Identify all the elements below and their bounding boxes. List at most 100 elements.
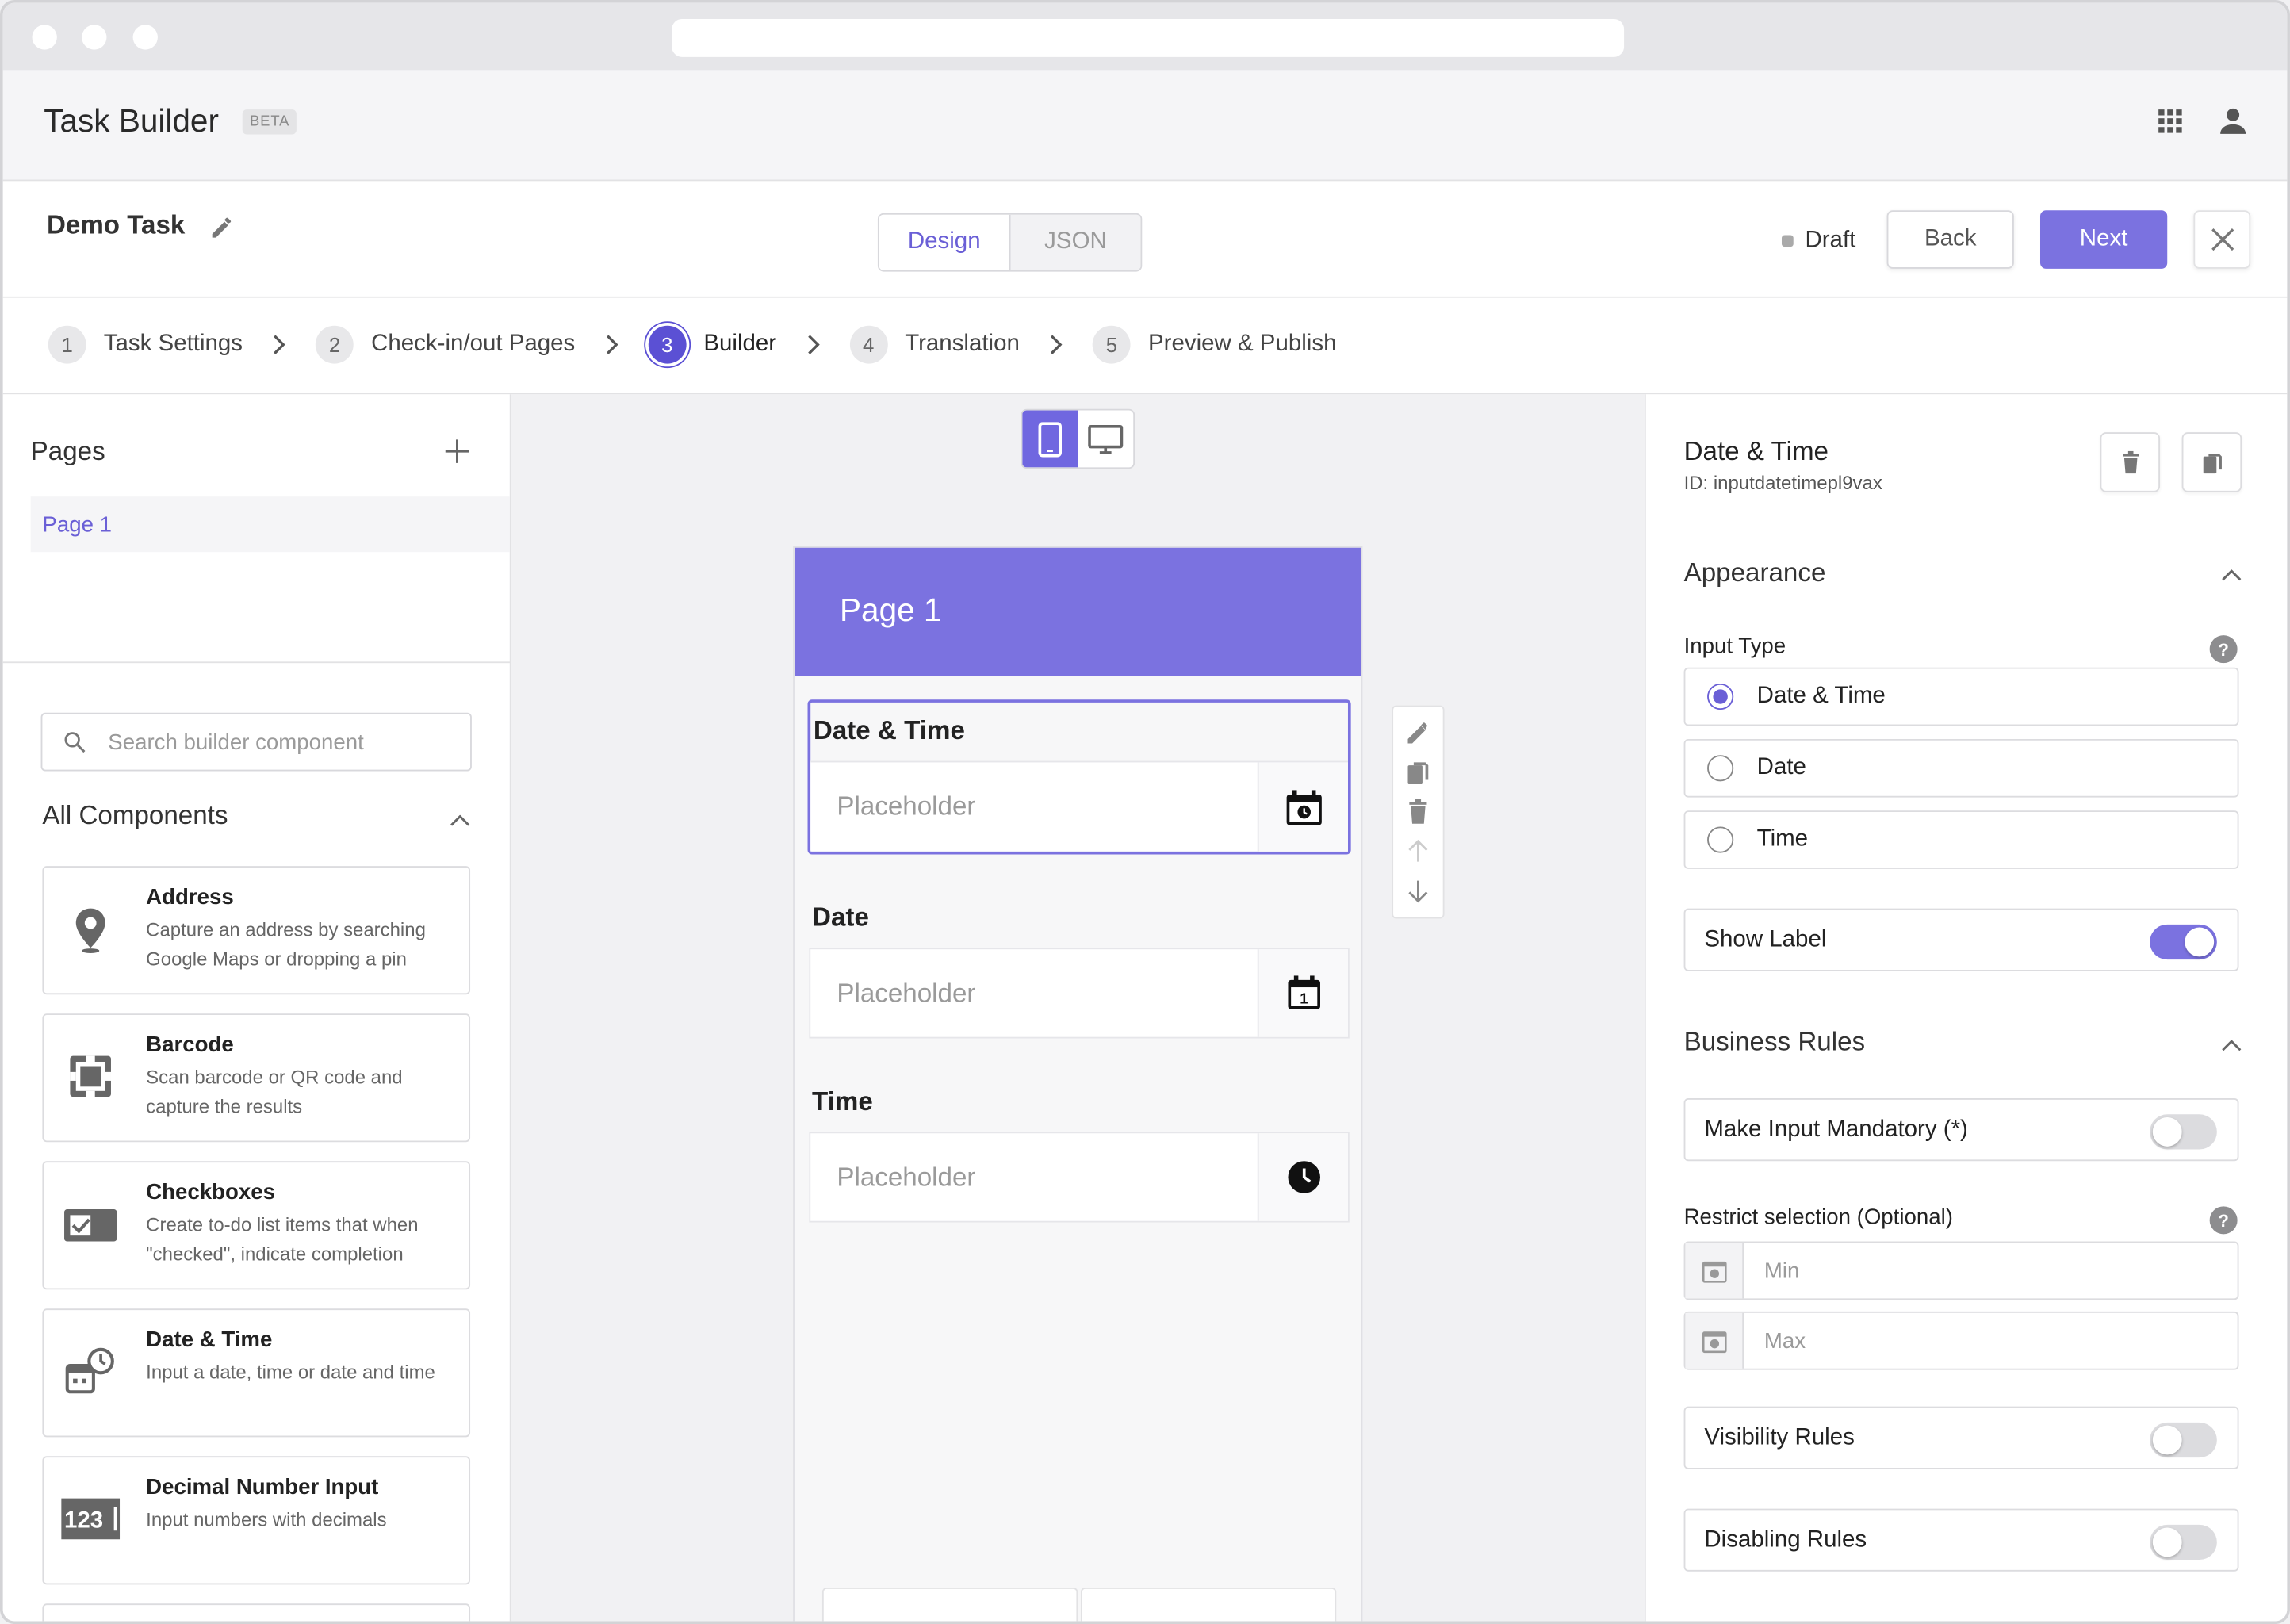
step-number: 2 xyxy=(316,325,354,364)
barcode-scan-icon xyxy=(70,1055,111,1097)
option-label: Date & Time xyxy=(1756,683,1886,709)
page-navigation xyxy=(821,1588,1337,1622)
page-list-item[interactable]: Page 1 xyxy=(30,496,510,553)
task-name: Demo Task xyxy=(46,210,186,240)
step-label: Task Settings xyxy=(103,331,243,357)
appearance-heading: Appearance xyxy=(1683,557,1826,588)
field-label: Date & Time xyxy=(813,715,965,745)
trash-icon xyxy=(2122,450,2139,473)
user-account-icon[interactable] xyxy=(2214,102,2252,140)
help-icon[interactable]: ? xyxy=(2209,635,2238,664)
step-check-in-out-pages[interactable]: 2 Check-in/out Pages xyxy=(316,325,575,364)
step-translation[interactable]: 4 Translation xyxy=(849,325,1020,364)
svg-text:123: 123 xyxy=(64,1507,103,1534)
component-search-input[interactable]: Search builder component xyxy=(40,712,472,772)
component-card-date-time[interactable]: Date & Time Input a date, time or date a… xyxy=(42,1308,471,1438)
input-placeholder: Placeholder xyxy=(837,1162,976,1191)
properties-title: Date & Time xyxy=(1683,436,1829,466)
option-label: Date xyxy=(1756,755,1806,780)
delete-component-button[interactable] xyxy=(2100,432,2161,492)
component-card-decimal-number[interactable]: 123 Decimal Number Input Input numbers w… xyxy=(42,1456,471,1585)
desktop-view-button[interactable] xyxy=(1078,411,1133,468)
next-button[interactable]: Next xyxy=(2039,210,2168,269)
duplicate-icon[interactable] xyxy=(1403,758,1433,787)
input-type-option-time[interactable]: Time xyxy=(1683,810,2239,869)
help-icon[interactable]: ? xyxy=(2209,1206,2238,1235)
window-control-dot[interactable] xyxy=(82,25,107,50)
previous-page-button[interactable] xyxy=(821,1588,1078,1622)
edit-pencil-icon[interactable] xyxy=(1403,718,1433,748)
component-card-partial[interactable] xyxy=(42,1603,471,1622)
left-panel: Pages Page 1 Search builder component Al… xyxy=(2,394,511,1622)
search-placeholder: Search builder component xyxy=(108,729,364,755)
visibility-rules-toggle[interactable] xyxy=(2150,1422,2217,1458)
status-dot-icon xyxy=(1781,235,1794,247)
step-preview-publish[interactable]: 5 Preview & Publish xyxy=(1092,325,1336,364)
clock-icon xyxy=(1287,1161,1320,1193)
time-picker-button[interactable] xyxy=(1257,1133,1348,1221)
chevron-right-icon xyxy=(807,335,820,354)
form-field-date[interactable]: Date Placeholder 1 xyxy=(809,895,1350,1039)
component-title: Decimal Number Input xyxy=(146,1475,379,1500)
chevron-up-icon[interactable] xyxy=(2221,569,2242,581)
chevron-right-icon xyxy=(606,335,618,354)
mobile-view-button[interactable] xyxy=(1022,410,1078,468)
step-task-settings[interactable]: 1 Task Settings xyxy=(48,325,243,364)
show-label-toggle[interactable] xyxy=(2150,924,2217,960)
restrict-selection-label: Restrict selection (Optional) xyxy=(1683,1205,1953,1230)
step-number: 5 xyxy=(1092,325,1131,364)
date-time-picker-button[interactable] xyxy=(1257,762,1348,852)
panel-divider xyxy=(2,661,511,664)
step-builder[interactable]: 3 Builder xyxy=(648,325,776,364)
svg-text:1: 1 xyxy=(1299,990,1307,1006)
trash-icon[interactable] xyxy=(1403,798,1433,827)
close-button[interactable] xyxy=(2193,210,2251,269)
mandatory-toggle[interactable] xyxy=(2150,1114,2217,1150)
add-page-icon[interactable] xyxy=(444,439,470,465)
input-type-label: Input Type xyxy=(1683,634,1786,659)
time-input[interactable]: Placeholder xyxy=(809,1132,1350,1223)
arrow-up-icon[interactable] xyxy=(1403,837,1433,866)
component-card-address[interactable]: Address Capture an address by searching … xyxy=(42,866,471,995)
date-time-input[interactable]: Placeholder xyxy=(810,760,1348,852)
disabling-rules-toggle[interactable] xyxy=(2150,1524,2217,1561)
input-type-option-date-time[interactable]: Date & Time xyxy=(1683,667,2239,726)
date-picker-button[interactable]: 1 xyxy=(1257,949,1348,1037)
component-card-barcode[interactable]: Barcode Scan barcode or QR code and capt… xyxy=(42,1013,471,1143)
tab-design[interactable]: Design xyxy=(879,214,1009,270)
edit-pencil-icon[interactable] xyxy=(208,213,237,243)
address-bar[interactable] xyxy=(672,18,1625,57)
app-header: Task Builder BETA xyxy=(2,70,2288,182)
tab-json[interactable]: JSON xyxy=(1009,214,1141,270)
date-input[interactable]: Placeholder 1 xyxy=(809,948,1350,1039)
radio-selected xyxy=(1707,683,1734,710)
search-icon xyxy=(64,732,86,753)
max-date-input[interactable]: Max xyxy=(1683,1311,2239,1370)
window-control-dot[interactable] xyxy=(132,25,158,50)
back-button[interactable]: Back xyxy=(1886,210,2014,269)
next-page-button[interactable] xyxy=(1080,1588,1337,1622)
calendar-clock-icon xyxy=(1685,1243,1744,1299)
chevron-up-icon[interactable] xyxy=(2221,1040,2242,1051)
component-description: Input numbers with decimals xyxy=(146,1508,387,1531)
apps-grid-icon[interactable] xyxy=(2155,106,2185,136)
min-date-input[interactable]: Min xyxy=(1683,1241,2239,1300)
chevron-right-icon xyxy=(274,335,285,354)
component-title: Barcode xyxy=(146,1032,234,1058)
toggle-label: Disabling Rules xyxy=(1704,1526,1867,1552)
form-field-date-time[interactable]: Date & Time Placeholder xyxy=(807,699,1351,855)
component-card-checkboxes[interactable]: Checkboxes Create to-do list items that … xyxy=(42,1161,471,1290)
toggle-label: Make Input Mandatory (*) xyxy=(1704,1116,1968,1142)
form-field-time[interactable]: Time Placeholder xyxy=(809,1079,1350,1223)
chevron-up-icon[interactable] xyxy=(450,814,470,827)
location-pin-icon xyxy=(75,908,105,953)
builder-canvas: Page 1 Date & Time Placeholder Date Plac… xyxy=(511,394,1645,1622)
component-title: Date & Time xyxy=(146,1327,273,1353)
duplicate-component-button[interactable] xyxy=(2181,432,2242,492)
status-badge: Draft xyxy=(1781,228,1855,254)
arrow-down-icon[interactable] xyxy=(1403,876,1433,906)
step-label: Translation xyxy=(905,331,1020,357)
input-type-option-date[interactable]: Date xyxy=(1683,738,2239,798)
calendar-clock-icon xyxy=(65,1347,114,1394)
window-control-dot[interactable] xyxy=(32,25,57,50)
